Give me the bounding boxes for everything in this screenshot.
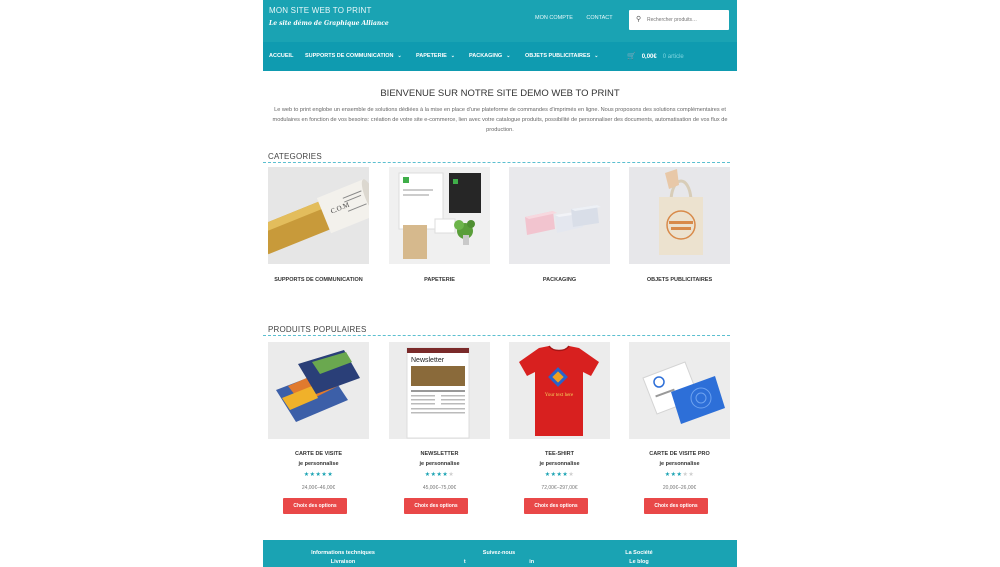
- top-bar: MON SITE WEB TO PRINT Le site démo de Gr…: [263, 0, 737, 42]
- footer-col-social: Suivez-nous t in: [429, 549, 569, 567]
- page: MON SITE WEB TO PRINT Le site démo de Gr…: [263, 0, 737, 567]
- site-tagline: Le site démo de Graphique Alliance: [269, 20, 389, 27]
- choose-options-button[interactable]: Choix des options: [644, 498, 708, 514]
- product-price: 20,00€–26,00€: [662, 485, 697, 491]
- nav-label: PACKAGING: [469, 53, 503, 59]
- rating-stars: ★★★★★: [544, 472, 575, 478]
- main-navigation: ACCUEIL SUPPORTS DE COMMUNICATION ⌄ PAPET…: [263, 42, 737, 71]
- categories-title: CATEGORIES: [268, 152, 322, 161]
- product-image-carte-de-visite[interactable]: [268, 342, 369, 439]
- twitter-icon[interactable]: t: [464, 559, 466, 565]
- section-divider: [263, 162, 730, 163]
- footer-follow-title: Suivez-nous: [482, 550, 516, 556]
- category-label[interactable]: PAPETERIE: [389, 277, 490, 283]
- footer-col-info: Informations techniques Livraison: [273, 549, 413, 567]
- category-label[interactable]: OBJETS PUBLICITAIRES: [629, 277, 730, 283]
- product-image-tee-shirt[interactable]: Your text here: [509, 342, 610, 439]
- footer: Informations techniques Livraison Suivez…: [263, 540, 737, 567]
- footer-col-company: La Société Le blog: [569, 549, 709, 567]
- product-price: 45,00€–75,00€: [422, 485, 457, 491]
- rating-stars: ★★★★★: [424, 472, 455, 478]
- footer-link-societe[interactable]: La Société: [569, 549, 709, 558]
- contact-link[interactable]: CONTACT: [586, 15, 612, 21]
- chevron-down-icon: ⌄: [450, 53, 455, 59]
- site-title-link[interactable]: MON SITE WEB TO PRINT: [269, 6, 372, 15]
- product-subtitle: je personnalise: [419, 461, 460, 467]
- product-name[interactable]: CARTE DE VISITE PRO: [629, 451, 730, 457]
- nav-label: OBJETS PUBLICITAIRES: [525, 53, 591, 59]
- nav-item-accueil[interactable]: ACCUEIL: [269, 53, 293, 59]
- chevron-down-icon: ⌄: [506, 53, 511, 59]
- choose-options-button[interactable]: Choix des options: [524, 498, 588, 514]
- product-subtitle: je personnalise: [539, 461, 580, 467]
- choose-options-button[interactable]: Choix des options: [283, 498, 347, 514]
- product-name[interactable]: NEWSLETTER: [389, 451, 490, 457]
- nav-label: SUPPORTS DE COMMUNICATION: [305, 53, 394, 59]
- my-account-link[interactable]: MON COMPTE: [535, 15, 573, 21]
- category-image-supports[interactable]: C.O.M: [268, 167, 369, 264]
- nav-label: ACCUEIL: [269, 53, 294, 59]
- category-image-packaging[interactable]: [509, 167, 610, 264]
- product-price: 24,00€–46,00€: [301, 485, 336, 491]
- rating-stars: ★★★★★: [303, 472, 334, 478]
- cart-total: 0,00€: [641, 54, 657, 60]
- nav-item-packaging[interactable]: PACKAGING ⌄: [469, 53, 510, 59]
- search-icon[interactable]: ⚲: [636, 15, 641, 23]
- search-box: ⚲: [629, 10, 729, 30]
- product-subtitle: je personnalise: [659, 461, 700, 467]
- footer-link-technical-info[interactable]: Informations techniques: [273, 549, 413, 558]
- linkedin-icon[interactable]: in: [529, 559, 534, 565]
- footer-link-blog[interactable]: Le blog: [569, 558, 709, 567]
- product-image-carte-de-visite-pro[interactable]: [629, 342, 730, 439]
- product-price: 72,00€–297,00€: [541, 485, 578, 491]
- section-divider: [263, 335, 730, 336]
- tshirt-print-text: Your text here: [545, 393, 574, 398]
- category-image-papeterie[interactable]: [389, 167, 490, 264]
- top-links: MON COMPTE CONTACT: [535, 15, 625, 21]
- cart-link[interactable]: 🛒 0,00€ 0 article: [627, 52, 684, 60]
- nav-item-papeterie[interactable]: PAPETERIE ⌄: [416, 53, 455, 59]
- product-subtitle: je personnalise: [298, 461, 339, 467]
- nav-label: PAPETERIE: [416, 53, 447, 59]
- nav-item-supports[interactable]: SUPPORTS DE COMMUNICATION ⌄: [305, 53, 402, 59]
- products-title: PRODUITS POPULAIRES: [268, 325, 367, 334]
- rating-stars: ★★★★★: [664, 472, 695, 478]
- category-image-objets[interactable]: [629, 167, 730, 264]
- newsletter-heading: Newsletter: [411, 357, 445, 364]
- cart-icon: 🛒: [627, 53, 636, 60]
- product-image-newsletter[interactable]: Newsletter: [389, 342, 490, 439]
- chevron-down-icon: ⌄: [594, 53, 599, 59]
- product-name[interactable]: CARTE DE VISITE: [268, 451, 369, 457]
- chevron-down-icon: ⌄: [397, 53, 402, 59]
- intro-text: Le web to print englobe un ensemble de s…: [272, 107, 728, 133]
- product-name[interactable]: TEE-SHIRT: [509, 451, 610, 457]
- choose-options-button[interactable]: Choix des options: [404, 498, 468, 514]
- category-label[interactable]: PACKAGING: [509, 277, 610, 283]
- nav-item-objets[interactable]: OBJETS PUBLICITAIRES ⌄: [525, 53, 599, 59]
- footer-link-livraison[interactable]: Livraison: [273, 558, 413, 567]
- search-input[interactable]: [647, 14, 725, 26]
- cart-count: 0 article: [662, 54, 684, 60]
- welcome-title: BIENVENUE SUR NOTRE SITE DEMO WEB TO PRI…: [380, 88, 620, 99]
- category-label[interactable]: SUPPORTS DE COMMUNICATION: [268, 277, 369, 283]
